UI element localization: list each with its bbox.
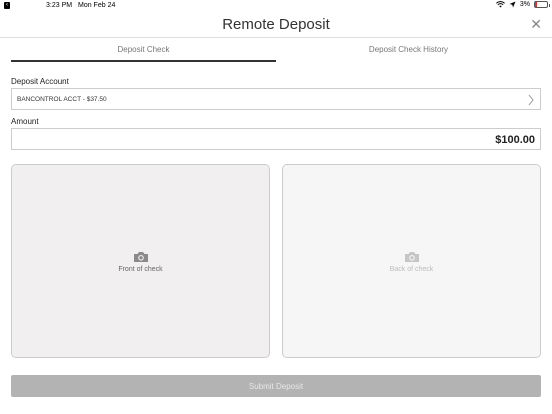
location-arrow-icon (509, 1, 516, 8)
amount-label: Amount (11, 117, 39, 126)
wifi-icon (495, 1, 505, 8)
battery-fill (535, 2, 537, 7)
deposit-account-label: Deposit Account (11, 77, 69, 86)
deposit-account-value: BANCONTROL ACCT - $37.50 (17, 96, 107, 103)
tab-deposit-check[interactable]: Deposit Check (11, 42, 276, 62)
status-indicators: 3% (495, 1, 550, 8)
amount-field[interactable]: $100.00 (11, 128, 541, 150)
deposit-account-select[interactable]: BANCONTROL ACCT - $37.50 (11, 88, 541, 110)
back-of-check-capture[interactable]: Back of check (282, 164, 541, 358)
status-time: 3:23 PM (46, 2, 73, 9)
close-icon[interactable]: ✕ (530, 16, 542, 33)
battery-icon (534, 1, 550, 8)
submit-deposit-button[interactable]: Submit Deposit (11, 375, 541, 397)
page-title: Remote Deposit (222, 16, 330, 33)
header: Remote Deposit ✕ (0, 12, 552, 38)
front-of-check-capture[interactable]: Front of check (11, 164, 270, 358)
tab-bar: Deposit Check Deposit Check History (11, 42, 541, 62)
status-bar: ‹ 3:23 PM Mon Feb 24 3% (0, 0, 552, 12)
front-of-check-caption: Front of check (118, 266, 163, 273)
back-of-check-caption: Back of check (389, 266, 434, 273)
back-to-app-icon[interactable]: ‹ (4, 2, 10, 9)
camera-icon (133, 252, 148, 262)
amount-value: $100.00 (495, 134, 535, 146)
status-date: Mon Feb 24 (78, 2, 116, 9)
chevron-right-icon (528, 94, 534, 106)
battery-percent: 3% (519, 1, 530, 8)
camera-icon (404, 252, 419, 262)
tab-deposit-check-history[interactable]: Deposit Check History (276, 42, 541, 62)
